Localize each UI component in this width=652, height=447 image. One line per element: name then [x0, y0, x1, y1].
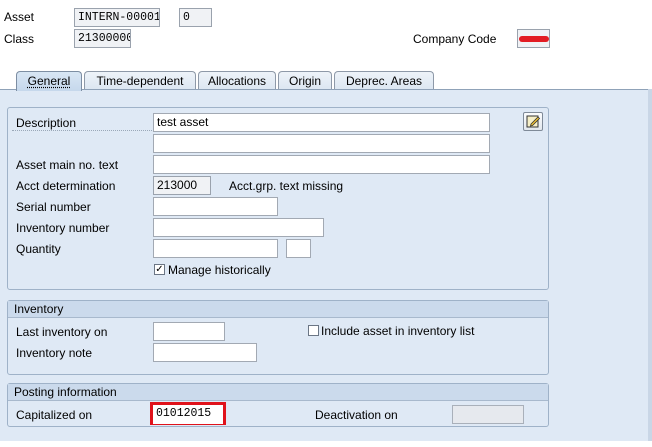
asset-label: Asset: [4, 10, 35, 24]
label-divider: [12, 130, 152, 131]
posting-information-group: Posting information Capitalized on 01012…: [7, 383, 549, 427]
company-code-field[interactable]: [517, 29, 550, 48]
last-inventory-field[interactable]: [153, 322, 225, 341]
asset-class-field[interactable]: 21300000: [74, 29, 131, 48]
asset-subnumber-field[interactable]: 0: [179, 8, 212, 27]
asset-main-no-text-field[interactable]: [153, 155, 490, 174]
include-in-inventory-checkbox[interactable]: [308, 325, 319, 336]
deactivation-on-field[interactable]: [452, 405, 524, 424]
description-label: Description: [16, 116, 77, 130]
edit-note-icon: [526, 115, 541, 128]
posting-information-title: Posting information: [8, 384, 548, 401]
class-label: Class: [4, 32, 35, 46]
panel-scroll-edge: [648, 89, 652, 441]
quantity-unit-field[interactable]: [286, 239, 311, 258]
inventory-note-field[interactable]: [153, 343, 257, 362]
serial-number-field[interactable]: [153, 197, 278, 216]
capitalized-on-field[interactable]: 01012015: [153, 405, 223, 424]
edit-note-button[interactable]: [523, 112, 543, 131]
tab-origin[interactable]: Origin: [278, 71, 332, 90]
manage-historically-checkbox[interactable]: ✓: [154, 264, 165, 275]
acct-grp-text: Acct.grp. text missing: [229, 179, 344, 193]
include-in-inventory-label: Include asset in inventory list: [321, 324, 475, 338]
manage-historically-label: Manage historically: [168, 263, 271, 277]
general-tab-panel: Description test asset Asset main no. te…: [0, 89, 652, 441]
inventory-note-label: Inventory note: [16, 346, 93, 360]
serial-number-label: Serial number: [16, 200, 91, 214]
tab-deprec-areas[interactable]: Deprec. Areas: [334, 71, 434, 90]
asset-main-no-text-label: Asset main no. text: [16, 158, 119, 172]
deactivation-on-label: Deactivation on: [315, 408, 398, 422]
inventory-group: Inventory Last inventory on Include asse…: [7, 300, 549, 375]
general-data-group: Description test asset Asset main no. te…: [7, 107, 549, 290]
acct-determination-label: Acct determination: [16, 179, 116, 193]
capitalized-on-label: Capitalized on: [16, 408, 93, 422]
redaction-mark: [519, 36, 549, 42]
asset-number-field[interactable]: INTERN-00001: [74, 8, 160, 27]
description-line2-field[interactable]: [153, 134, 490, 153]
tab-deprec-areas-label: Deprec. Areas: [345, 74, 423, 88]
tab-time-dependent[interactable]: Time-dependent: [84, 71, 196, 90]
quantity-field[interactable]: [153, 239, 278, 258]
tab-allocations-label: Allocations: [207, 74, 267, 88]
acct-determination-field[interactable]: 213000: [153, 176, 211, 195]
tab-general[interactable]: General: [16, 71, 82, 91]
quantity-label: Quantity: [16, 242, 61, 256]
tab-general-label: General: [27, 74, 71, 88]
company-code-label: Company Code: [413, 32, 497, 46]
tab-origin-label: Origin: [288, 74, 321, 88]
tab-allocations[interactable]: Allocations: [198, 71, 276, 90]
description-field[interactable]: test asset: [153, 113, 490, 132]
inventory-number-field[interactable]: [153, 218, 324, 237]
inventory-number-label: Inventory number: [16, 221, 110, 235]
last-inventory-label: Last inventory on: [16, 325, 108, 339]
tab-time-dependent-label: Time-dependent: [96, 74, 184, 88]
inventory-group-title: Inventory: [8, 301, 548, 318]
